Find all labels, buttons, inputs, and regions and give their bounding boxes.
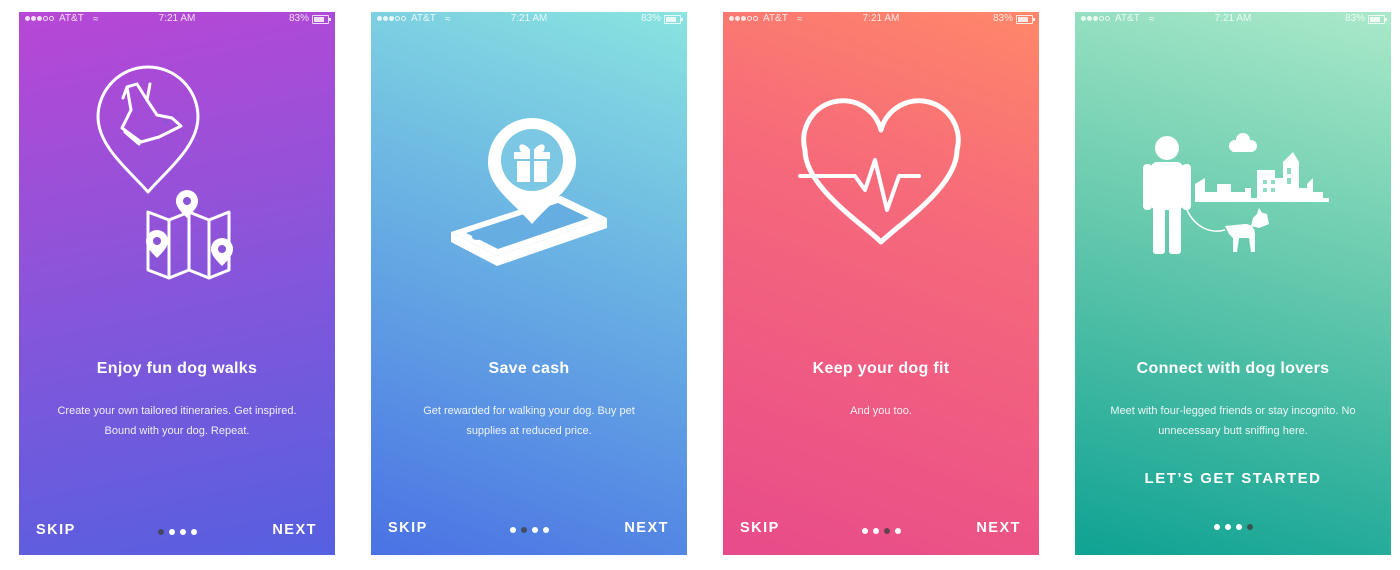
page-dot[interactable]: [1246, 524, 1253, 530]
page-dot[interactable]: [1235, 524, 1242, 530]
dog-map-pin-icon: [96, 65, 233, 280]
heart-pulse-icon: [798, 98, 961, 245]
page-dot[interactable]: [531, 527, 538, 533]
screen-description: And you too.: [850, 405, 912, 417]
page-dot[interactable]: [883, 528, 890, 534]
page-dot[interactable]: [190, 529, 197, 535]
page-dot[interactable]: [1224, 524, 1231, 530]
person-dog-city-icon: [1143, 133, 1329, 254]
page-dot[interactable]: [861, 528, 868, 534]
screen-description: Meet with four-legged friends or stay in…: [1110, 405, 1356, 437]
page-dot[interactable]: [509, 527, 516, 533]
onboarding-screen-dog-lovers: AT&T ≈ 7:21 AM 83% Connect with dog love…: [1075, 12, 1391, 555]
page-dot[interactable]: [168, 529, 175, 535]
next-button[interactable]: NEXT: [272, 522, 317, 538]
next-button[interactable]: NEXT: [976, 520, 1021, 536]
gift-phone-icon: [451, 118, 607, 266]
page-dot[interactable]: [894, 528, 901, 534]
screen-title: Connect with dog lovers: [1136, 360, 1330, 377]
page-dot[interactable]: [157, 529, 164, 535]
screen-description: Get rewarded for walking your dog. Buy p…: [423, 405, 635, 437]
page-dot[interactable]: [520, 527, 527, 533]
onboarding-screen-dog-fit: AT&T ≈ 7:21 AM 83% Keep your dog fit And…: [723, 12, 1039, 555]
get-started-button[interactable]: LET’S GET STARTED: [1075, 470, 1391, 487]
page-dot[interactable]: [179, 529, 186, 535]
page-dot[interactable]: [872, 528, 879, 534]
next-button[interactable]: NEXT: [624, 520, 669, 536]
page-indicator[interactable]: [1075, 524, 1391, 530]
screen-title: Enjoy fun dog walks: [96, 360, 258, 377]
page-dot[interactable]: [542, 527, 549, 533]
screen-title: Save cash: [488, 360, 570, 377]
page-dot[interactable]: [1213, 524, 1220, 530]
onboarding-screen-save-cash: AT&T ≈ 7:21 AM 83% Save cash Get rewarde…: [371, 12, 687, 555]
screen-description: Create your own tailored itineraries. Ge…: [57, 405, 297, 437]
onboarding-screen-dog-walks: AT&T ≈ 7:21 AM 83% Enjoy fun dog walks C…: [19, 12, 335, 555]
screen-title: Keep your dog fit: [812, 360, 950, 377]
